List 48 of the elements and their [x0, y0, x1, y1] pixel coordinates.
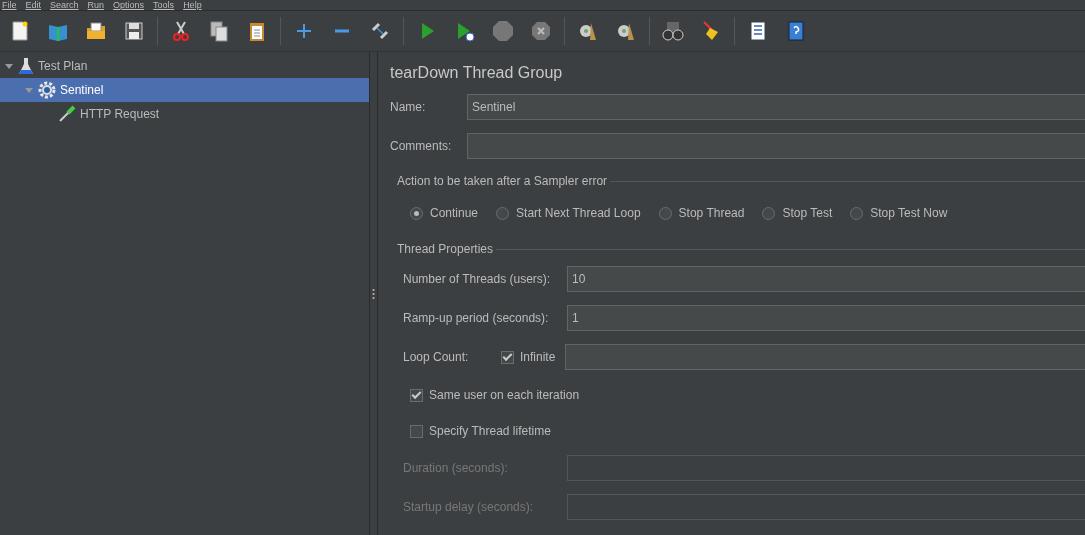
- field-label: Loop Count:: [403, 350, 470, 364]
- infinite-checkbox[interactable]: Infinite: [501, 350, 565, 364]
- name-field[interactable]: Sentinel: [467, 94, 1085, 120]
- radio-option[interactable]: Stop Thread: [658, 206, 745, 220]
- group-legend: Thread Properties: [394, 242, 497, 256]
- scissors-icon: [170, 20, 192, 42]
- field-label: Name:: [390, 100, 427, 114]
- radio-option[interactable]: Stop Test: [762, 206, 833, 220]
- thread-lifetime-checkbox[interactable]: Specify Thread lifetime: [410, 424, 551, 438]
- menu-item[interactable]: File: [2, 0, 17, 10]
- field-label: Comments:: [390, 139, 453, 153]
- radio-option[interactable]: Stop Test Now: [850, 206, 948, 220]
- comments-field[interactable]: [467, 133, 1085, 159]
- radio-option[interactable]: Start Next Thread Loop: [496, 206, 641, 220]
- field-label: Number of Threads (users):: [403, 272, 552, 286]
- group-legend: Action to be taken after a Sampler error: [394, 174, 611, 188]
- copy-icon: [208, 20, 230, 42]
- threads-field[interactable]: 10: [567, 266, 1085, 292]
- field-label: Startup delay (seconds):: [403, 500, 535, 514]
- radio-option[interactable]: Continue: [410, 206, 479, 220]
- same-user-checkbox[interactable]: Same user on each iteration: [410, 388, 580, 402]
- menu-item[interactable]: Options: [113, 0, 145, 10]
- menu-item[interactable]: Help: [183, 0, 202, 10]
- folder-icon: [85, 20, 107, 42]
- field-label: Ramp-up period (seconds):: [403, 311, 550, 325]
- flask-icon: [18, 57, 34, 75]
- expand-arrow-icon[interactable]: [4, 61, 14, 71]
- tree-item[interactable]: Sentinel: [0, 78, 369, 102]
- x-octagon-icon: [530, 20, 552, 42]
- menu-item[interactable]: Run: [87, 0, 105, 10]
- list-document-icon: [747, 20, 769, 42]
- binoculars-icon: [662, 20, 684, 42]
- splitter-handle[interactable]: [372, 287, 375, 300]
- menu-item[interactable]: Edit: [25, 0, 42, 10]
- rampup-field[interactable]: 1: [567, 305, 1085, 331]
- pipettes-icon: [369, 20, 391, 42]
- stop-sign-icon: [492, 20, 514, 42]
- new-document-icon: [9, 20, 31, 42]
- menu-item[interactable]: Tools: [153, 0, 175, 10]
- pipette-icon: [58, 105, 76, 123]
- tree-item[interactable]: Test Plan: [0, 54, 369, 78]
- loop-count-field[interactable]: [565, 344, 1085, 370]
- help-book-icon: [785, 20, 807, 42]
- field-label: Duration (seconds):: [403, 461, 509, 475]
- tree-item[interactable]: HTTP Request: [0, 102, 369, 126]
- panel-title: tearDown Thread Group: [390, 63, 564, 83]
- gear-icon: [38, 81, 56, 99]
- menu-item[interactable]: Search: [50, 0, 79, 10]
